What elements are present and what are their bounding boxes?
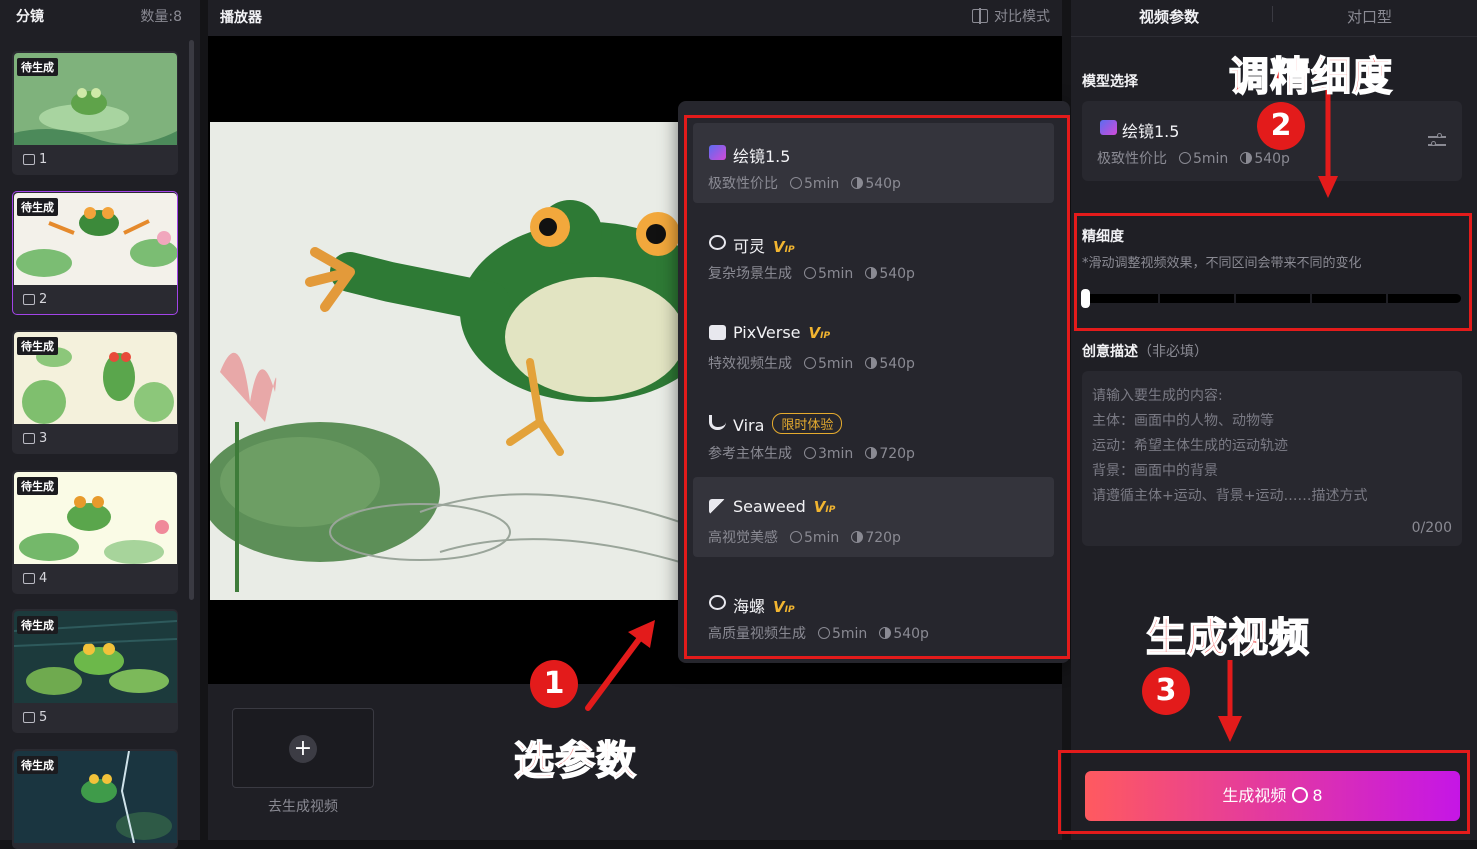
step-1-label: 选参数 [513,737,637,785]
step-2-badge: 2 [1257,102,1305,150]
annotation-arrows [585,88,1338,742]
step-2-label: 调精细度 [1228,53,1393,101]
step-1-badge: 1 [530,660,578,708]
step-3-label: 生成视频 [1145,614,1310,662]
step-3-badge: 3 [1142,667,1190,715]
